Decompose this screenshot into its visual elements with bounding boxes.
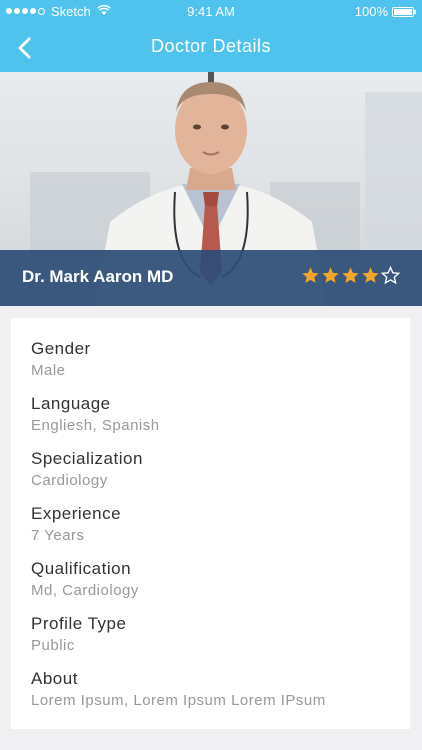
nav-bar: Doctor Details	[0, 24, 422, 72]
doctor-photo: Dr. Mark Aaron MD	[0, 72, 422, 306]
detail-row: About Lorem Ipsum, Lorem Ipsum Lorem IPsu…	[31, 669, 326, 709]
detail-value: Lorem Ipsum, Lorem Ipsum Lorem IPsum	[31, 692, 326, 709]
battery-icon	[392, 6, 416, 17]
detail-value: Engliesh, Spanish	[31, 417, 160, 434]
detail-value: Md, Cardiology	[31, 582, 139, 599]
doctor-name-bar: Dr. Mark Aaron MD	[0, 250, 422, 306]
star-filled-icon	[322, 267, 339, 283]
header-bar: Sketch 9:41 AM 100% Doctor Details	[0, 0, 422, 72]
detail-row: Qualification Md, Cardiology	[31, 559, 139, 599]
detail-row: Specialization Cardiology	[31, 449, 143, 489]
detail-row: Profile Type Public	[31, 614, 126, 654]
detail-row: Language Engliesh, Spanish	[31, 394, 160, 434]
detail-value: 7 Years	[31, 527, 85, 544]
detail-value: Male	[31, 362, 66, 379]
detail-value: Public	[31, 637, 75, 654]
detail-label: Qualification	[31, 559, 132, 578]
detail-label: Language	[31, 394, 111, 413]
detail-label: Gender	[31, 339, 91, 358]
star-filled-icon	[342, 267, 359, 283]
doctor-name: Dr. Mark Aaron MD	[22, 267, 174, 286]
rating-stars	[301, 266, 400, 285]
star-empty-icon	[381, 266, 400, 285]
detail-label: Experience	[31, 504, 122, 523]
detail-label: About	[31, 669, 78, 688]
details-card: Gender Male Language Engliesh, Spanish Speci…	[11, 318, 410, 729]
battery-percent: 100%	[354, 4, 388, 19]
detail-value: Cardiology	[31, 472, 108, 489]
detail-label: Specialization	[31, 449, 143, 468]
page-title: Doctor Details	[150, 36, 272, 56]
star-filled-icon	[302, 267, 319, 283]
detail-row: Experience 7 Years	[31, 504, 121, 544]
detail-row: Gender Male	[31, 339, 91, 379]
detail-label: Profile Type	[31, 614, 127, 633]
status-bar: Sketch 9:41 AM 100%	[0, 0, 422, 24]
star-filled-icon	[362, 267, 379, 283]
